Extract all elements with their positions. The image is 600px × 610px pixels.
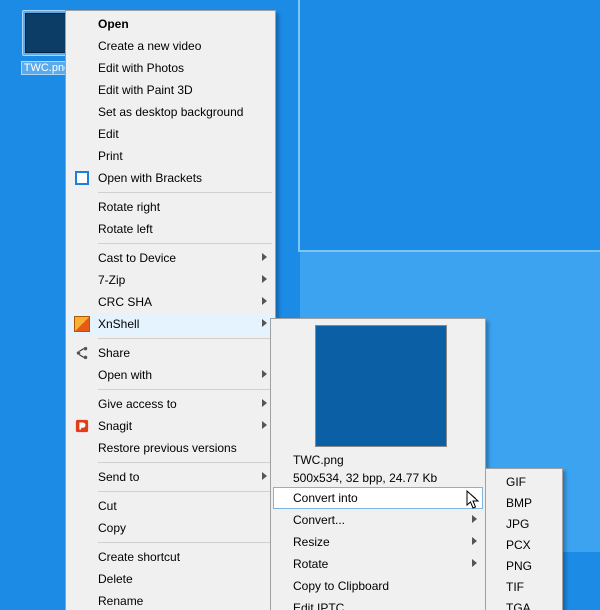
menu-separator — [98, 462, 272, 463]
menu-edit[interactable]: Edit — [68, 123, 273, 145]
convert-gif[interactable]: GIF — [488, 471, 560, 492]
convert-bmp[interactable]: BMP — [488, 492, 560, 513]
menu-separator — [98, 389, 272, 390]
menu-cut[interactable]: Cut — [68, 495, 273, 517]
menu-create-video[interactable]: Create a new video — [68, 35, 273, 57]
submenu-xnshell: TWC.png 500x534, 32 bpp, 24.77 Kb Conver… — [270, 318, 486, 610]
convert-tif[interactable]: TIF — [488, 576, 560, 597]
menu-separator — [98, 192, 272, 193]
convert-pcx[interactable]: PCX — [488, 534, 560, 555]
menu-set-desktop-bg[interactable]: Set as desktop background — [68, 101, 273, 123]
menu-open-brackets[interactable]: Open with Brackets — [68, 167, 273, 189]
submenu-arrow-icon — [262, 472, 267, 480]
xnshell-rotate[interactable]: Rotate — [273, 553, 483, 575]
xnshell-copy-clipboard[interactable]: Copy to Clipboard — [273, 575, 483, 597]
menu-cast-to-device[interactable]: Cast to Device — [68, 247, 273, 269]
submenu-arrow-icon — [262, 297, 267, 305]
menu-separator — [98, 542, 272, 543]
submenu-arrow-icon — [262, 319, 267, 327]
menu-snagit[interactable]: Snagit — [68, 415, 273, 437]
menu-open[interactable]: Open — [68, 13, 273, 35]
menu-give-access-to[interactable]: Give access to — [68, 393, 273, 415]
submenu-convert-into: GIF BMP JPG PCX PNG TIF TGA — [485, 468, 563, 610]
menu-print[interactable]: Print — [68, 145, 273, 167]
convert-jpg[interactable]: JPG — [488, 513, 560, 534]
menu-separator — [98, 338, 272, 339]
menu-crc-sha[interactable]: CRC SHA — [68, 291, 273, 313]
menu-copy[interactable]: Copy — [68, 517, 273, 539]
menu-separator — [98, 243, 272, 244]
submenu-arrow-icon — [262, 253, 267, 261]
xnshell-resize[interactable]: Resize — [273, 531, 483, 553]
convert-tga[interactable]: TGA — [488, 597, 560, 610]
menu-delete[interactable]: Delete — [68, 568, 273, 590]
menu-rotate-left[interactable]: Rotate left — [68, 218, 273, 240]
submenu-arrow-icon — [262, 421, 267, 429]
menu-separator — [98, 491, 272, 492]
menu-7zip[interactable]: 7-Zip — [68, 269, 273, 291]
submenu-arrow-icon — [262, 399, 267, 407]
menu-restore-previous[interactable]: Restore previous versions — [68, 437, 273, 459]
menu-share[interactable]: Share — [68, 342, 273, 364]
xnshell-thumbnail-area — [273, 323, 483, 451]
context-menu-main: Open Create a new video Edit with Photos… — [65, 10, 276, 610]
menu-send-to[interactable]: Send to — [68, 466, 273, 488]
submenu-arrow-icon — [472, 537, 477, 545]
brackets-icon — [74, 170, 90, 186]
file-thumbnail-icon — [25, 13, 69, 53]
menu-rename[interactable]: Rename — [68, 590, 273, 610]
xnshell-thumbnail-icon — [315, 325, 447, 447]
menu-rotate-right[interactable]: Rotate right — [68, 196, 273, 218]
xnshell-icon — [74, 316, 90, 332]
menu-edit-photos[interactable]: Edit with Photos — [68, 57, 273, 79]
submenu-arrow-icon — [262, 370, 267, 378]
share-icon — [74, 345, 90, 361]
snagit-icon — [74, 418, 90, 434]
menu-open-with[interactable]: Open with — [68, 364, 273, 386]
submenu-arrow-icon — [262, 275, 267, 283]
xnshell-filename: TWC.png — [273, 451, 483, 469]
xnshell-convert[interactable]: Convert... — [273, 509, 483, 531]
xnshell-edit-iptc[interactable]: Edit IPTC... — [273, 597, 483, 610]
submenu-arrow-icon — [471, 494, 476, 502]
convert-png[interactable]: PNG — [488, 555, 560, 576]
menu-edit-paint3d[interactable]: Edit with Paint 3D — [68, 79, 273, 101]
xnshell-convert-into[interactable]: Convert into — [273, 487, 483, 509]
menu-create-shortcut[interactable]: Create shortcut — [68, 546, 273, 568]
submenu-arrow-icon — [472, 515, 477, 523]
submenu-arrow-icon — [472, 559, 477, 567]
menu-xnshell[interactable]: XnShell — [68, 313, 273, 335]
xnshell-fileinfo: 500x534, 32 bpp, 24.77 Kb — [273, 469, 483, 487]
